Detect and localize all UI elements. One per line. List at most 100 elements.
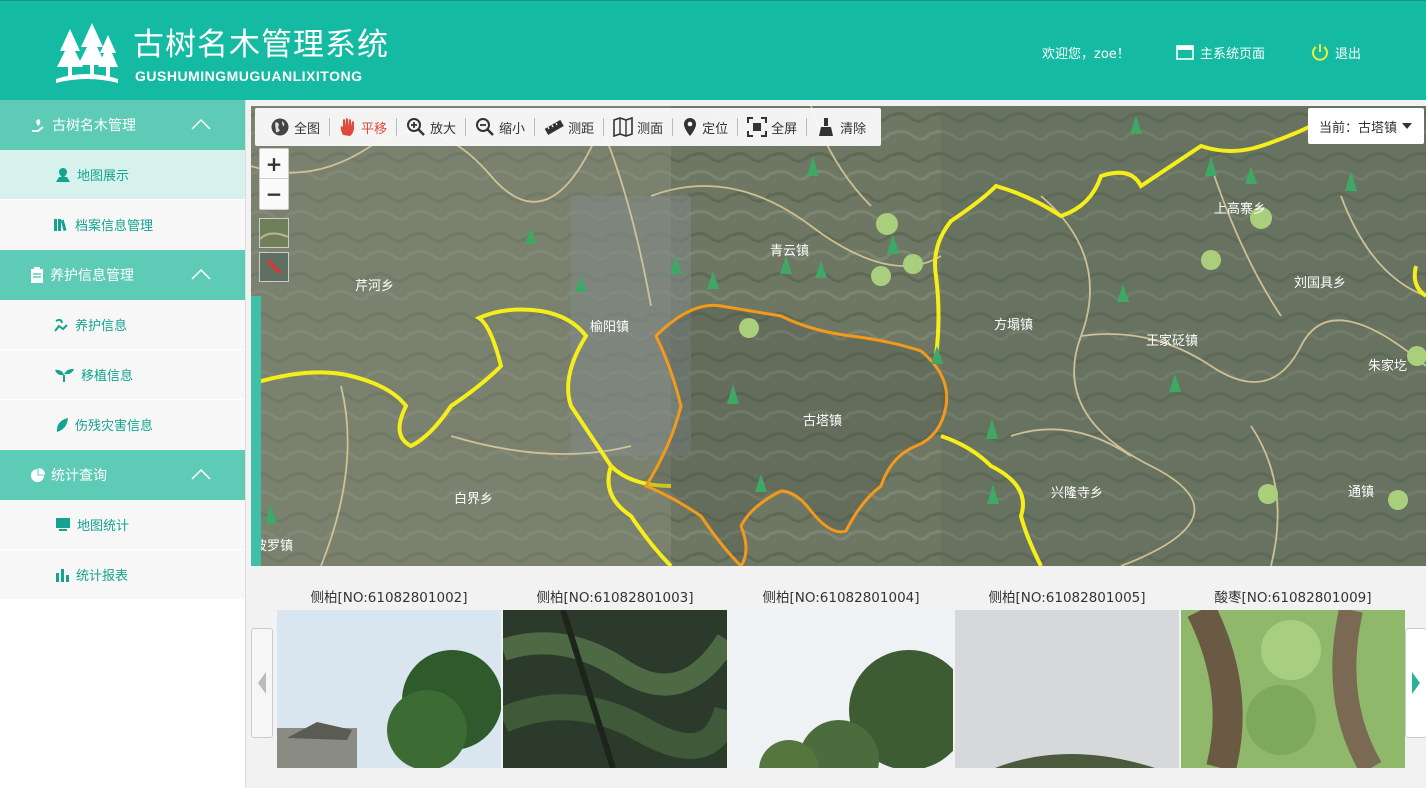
sidebar-item-archive-management[interactable]: 档案信息管理 xyxy=(0,200,245,250)
sidebar-item-damage-info[interactable]: 伤残灾害信息 xyxy=(0,400,245,450)
tree-photo-gallery: 侧柏[NO:61082801002] 侧柏[NO:61082801003] 侧柏… xyxy=(251,572,1426,788)
broom-icon xyxy=(819,118,834,136)
tree-photo[interactable] xyxy=(503,610,727,768)
location-pin-icon xyxy=(684,118,697,136)
tool-measure-area[interactable]: 测面 xyxy=(604,114,672,140)
watering-icon xyxy=(54,318,68,332)
caret-down-icon xyxy=(1402,123,1412,129)
zoom-out-button[interactable]: − xyxy=(260,179,288,209)
tool-full-extent[interactable]: 全图 xyxy=(261,114,329,140)
map-label: 榆阳镇 xyxy=(590,320,629,335)
sidebar-section-tree-management[interactable]: 古树名木管理 xyxy=(0,100,245,150)
main-system-label: 主系统页面 xyxy=(1200,46,1266,62)
chevron-up-icon xyxy=(191,268,211,280)
seedling-hand-icon xyxy=(32,119,44,132)
sidebar-item-maintenance-info[interactable]: 养护信息 xyxy=(0,300,245,350)
tool-label: 平移 xyxy=(361,121,388,137)
sidebar-section-label: 养护信息管理 xyxy=(50,268,134,284)
photo-caption: 酸枣[NO:61082801009] xyxy=(1214,590,1372,606)
photo-caption: 侧柏[NO:61082801005] xyxy=(988,590,1146,606)
tool-label: 测面 xyxy=(637,121,664,137)
app-header: 古树名木管理系统 GUSHUMINGMUGUANLIXITONG 欢迎您，zoe… xyxy=(0,0,1426,100)
map-label: 上高寨乡 xyxy=(1214,201,1266,217)
map-label: 兴隆寺乡 xyxy=(1051,486,1103,501)
tool-label: 测距 xyxy=(568,121,595,137)
logout-label: 退出 xyxy=(1335,46,1362,62)
app-title-en: GUSHUMINGMUGUANLIXITONG xyxy=(135,68,363,84)
main-system-link[interactable]: 主系统页面 xyxy=(1176,41,1265,63)
photo-caption: 侧柏[NO:61082801003] xyxy=(536,590,694,606)
ruler-icon xyxy=(544,119,564,135)
app-title-cn: 古树名木管理系统 xyxy=(133,27,389,63)
map-pin-icon xyxy=(56,167,70,182)
window-icon xyxy=(1176,44,1194,60)
photo-caption: 侧柏[NO:61082801002] xyxy=(310,590,468,606)
sidebar-section-statistics[interactable]: 统计查询 xyxy=(0,450,245,500)
photo-caption: 侧柏[NO:61082801004] xyxy=(762,590,920,606)
satellite-layer-button[interactable] xyxy=(259,218,289,248)
sidebar-item-statistics-report[interactable]: 统计报表 xyxy=(0,550,245,600)
tool-zoom-in[interactable]: 放大 xyxy=(397,114,465,140)
sidebar-item-map-display[interactable]: 地图展示 xyxy=(0,150,245,200)
zoom-out-icon xyxy=(476,118,494,136)
sidebar-section-maintenance[interactable]: 养护信息管理 xyxy=(0,250,245,300)
tree-photo[interactable] xyxy=(955,610,1179,768)
tool-zoom-out[interactable]: 缩小 xyxy=(466,114,534,140)
tree-logo-icon xyxy=(56,23,118,83)
current-town-label: 当前：古塔镇 xyxy=(1318,120,1397,136)
sidebar-item-map-statistics[interactable]: 地图统计 xyxy=(0,500,245,550)
sidebar-item-transplant-info[interactable]: 移植信息 xyxy=(0,350,245,400)
power-icon xyxy=(1312,44,1328,61)
map-label: 王家砭镇 xyxy=(1146,333,1198,349)
map-zoom-control: + − xyxy=(259,148,289,210)
logout-button[interactable]: 退出 xyxy=(1311,41,1361,63)
current-town-dropdown[interactable]: 当前：古塔镇 xyxy=(1308,108,1424,144)
tool-marker-button[interactable] xyxy=(259,252,289,282)
map-fold-icon xyxy=(613,117,633,137)
map-view[interactable]: 芹河乡 榆阳镇 青云镇 古塔镇 方塌镇 上高寨乡 刘国具乡 王家砭镇 朱家圪 白… xyxy=(251,106,1426,566)
sidebar-item-label: 养护信息 xyxy=(75,319,128,334)
sidebar-item-label: 移植信息 xyxy=(81,369,134,384)
tool-label: 全屏 xyxy=(771,121,798,137)
tool-label: 放大 xyxy=(430,121,457,137)
zoom-in-icon xyxy=(407,118,425,136)
satellite-map[interactable]: 芹河乡 榆阳镇 青云镇 古塔镇 方塌镇 上高寨乡 刘国具乡 王家砭镇 朱家圪 白… xyxy=(251,106,1426,566)
sidebar-item-label: 地图统计 xyxy=(77,519,130,534)
sidebar-section-label: 统计查询 xyxy=(51,468,107,484)
chevron-right-icon xyxy=(1412,672,1420,694)
map-toolbar: 全图 平移 放大 缩小 测距 测面 定位 全屏 清除 xyxy=(255,108,882,146)
satellite-thumbnail-icon xyxy=(259,219,289,247)
map-label: 芹河乡 xyxy=(355,279,394,294)
gallery-prev-button[interactable] xyxy=(251,628,273,738)
tree-photo[interactable] xyxy=(277,610,501,768)
books-icon xyxy=(54,218,67,231)
sidebar-item-label: 统计报表 xyxy=(76,569,129,584)
chevron-up-icon xyxy=(191,118,211,130)
tool-measure-distance[interactable]: 测距 xyxy=(535,114,603,140)
tree-photo[interactable] xyxy=(1181,610,1405,768)
map-side-tab[interactable] xyxy=(251,296,261,566)
pie-chart-icon xyxy=(30,467,45,482)
chevron-up-icon xyxy=(191,468,211,480)
sidebar-section-label: 古树名木管理 xyxy=(52,118,136,134)
zoom-in-button[interactable]: + xyxy=(260,149,288,179)
welcome-text: 欢迎您，zoe！ xyxy=(1042,47,1130,62)
globe-icon xyxy=(271,118,289,136)
tool-clear[interactable]: 清除 xyxy=(807,114,875,140)
bar-chart-icon xyxy=(56,568,69,582)
map-label: 古塔镇 xyxy=(803,414,842,429)
leaf-icon xyxy=(56,417,68,432)
sidebar: 古树名木管理 地图展示 档案信息管理 养护信息管理 养护信息 移植信息 伤残灾害… xyxy=(0,100,246,788)
gallery-next-button[interactable] xyxy=(1405,628,1426,738)
fullscreen-icon xyxy=(747,117,768,137)
map-label: 青云镇 xyxy=(770,244,809,259)
pencil-icon xyxy=(260,253,288,281)
tool-locate[interactable]: 定位 xyxy=(673,114,737,140)
tool-label: 定位 xyxy=(702,121,729,137)
tool-pan[interactable]: 平移 xyxy=(330,114,396,140)
map-label: 方塌镇 xyxy=(994,317,1033,333)
hand-icon xyxy=(340,118,355,136)
tool-fullscreen[interactable]: 全屏 xyxy=(738,114,806,140)
tree-photo[interactable] xyxy=(729,610,953,768)
sidebar-item-label: 档案信息管理 xyxy=(75,219,154,234)
